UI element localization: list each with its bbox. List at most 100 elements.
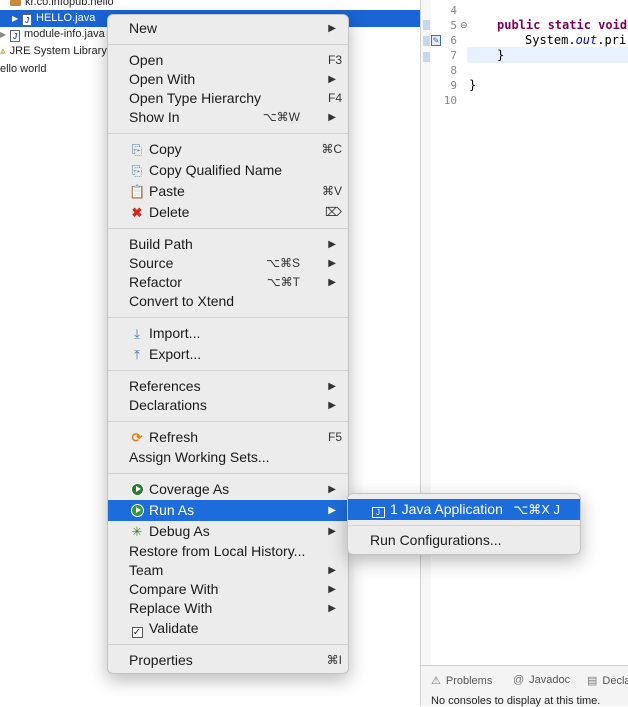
menu-separator	[108, 317, 348, 318]
at-sign-icon: @	[513, 674, 525, 686]
code-line-5[interactable]: public static void	[497, 18, 627, 32]
library-icon: ⩓	[0, 46, 6, 57]
menu-item-validate[interactable]: ✓ Validate	[108, 619, 348, 638]
menu-item-refactor[interactable]: Refactor ⌥⌘T ▶	[108, 273, 348, 292]
menu-item-build-path[interactable]: Build Path ▶	[108, 235, 348, 254]
submenu-arrow-icon: ▶	[328, 584, 336, 595]
checkbox-checked-icon: ✓	[131, 627, 143, 638]
delete-icon: ✖	[131, 205, 143, 220]
code-editor[interactable]: 4 5 ⊖ 6 ✎ 7 8 9 10 public static void Sy…	[420, 0, 628, 665]
menu-item-team[interactable]: Team ▶	[108, 561, 348, 580]
submenu-arrow-icon: ▶	[328, 603, 336, 614]
bottom-panel: ⚠ Problems @ Javadoc ▤ Decla No consoles to…	[420, 665, 628, 707]
line-number: 9	[450, 79, 457, 92]
tab-problems[interactable]: ⚠ Problems	[431, 674, 492, 687]
expand-arrow-icon[interactable]: ▶	[12, 10, 20, 27]
menu-separator	[108, 133, 348, 134]
current-line-highlight	[467, 47, 628, 63]
menu-item-copy-qualified-name[interactable]: ⎘ Copy Qualified Name	[108, 161, 348, 180]
submenu-arrow-icon: ▶	[328, 505, 336, 516]
tab-declaration[interactable]: ▤ Decla	[587, 674, 628, 687]
menu-item-compare-with[interactable]: Compare With ▶	[108, 580, 348, 599]
tab-javadoc[interactable]: @ Javadoc	[513, 674, 570, 686]
submenu-arrow-icon: ▶	[328, 484, 336, 495]
submenu-arrow-icon: ▶	[328, 381, 336, 392]
console-message: No consoles to display at this time.	[431, 695, 601, 707]
menu-item-assign-working-sets[interactable]: Assign Working Sets...	[108, 448, 348, 467]
menu-separator	[108, 473, 348, 474]
expand-arrow-icon[interactable]: ▶	[0, 26, 8, 43]
menu-item-open[interactable]: Open F3	[108, 51, 348, 70]
problems-icon: ⚠	[431, 675, 441, 687]
line-number: 4	[450, 4, 457, 17]
line-number: 10	[443, 94, 457, 107]
code-line-7[interactable]: }	[497, 48, 504, 62]
menu-item-refresh[interactable]: ⟳ Refresh F5	[108, 428, 348, 447]
context-menu: New ▶ Open F3 Open With ▶ Open Type Hierarc…	[107, 14, 349, 674]
tree-item-label: JRE System Library	[9, 45, 107, 57]
menu-item-properties[interactable]: Properties ⌘I	[108, 651, 348, 670]
menu-item-convert-to-xtend[interactable]: Convert to Xtend	[108, 292, 348, 311]
menu-item-debug-as[interactable]: ✳ Debug As ▶	[108, 522, 348, 541]
menu-item-replace-with[interactable]: Replace With ▶	[108, 599, 348, 618]
menu-item-new[interactable]: New ▶	[108, 19, 348, 38]
menu-separator	[108, 44, 348, 45]
package-icon	[10, 0, 21, 6]
submenu-arrow-icon: ▶	[328, 526, 336, 537]
edit-marker-icon: ✎	[431, 35, 441, 46]
line-number-gutter: 4 5 ⊖ 6 ✎ 7 8 9 10	[421, 0, 468, 665]
menu-item-open-with[interactable]: Open With ▶	[108, 70, 348, 89]
menu-separator	[108, 644, 348, 645]
submenu-arrow-icon: ▶	[328, 74, 336, 85]
menu-item-coverage-as[interactable]: Coverage As ▶	[108, 480, 348, 499]
refresh-icon: ⟳	[131, 430, 143, 445]
java-file-icon: J	[10, 30, 20, 42]
line-number: 7	[450, 49, 457, 62]
fold-toggle-icon[interactable]: ⊖	[460, 20, 468, 31]
menu-item-export[interactable]: ⤒ Export...	[108, 345, 348, 364]
run-icon	[129, 503, 145, 518]
copy-icon: ⎘	[131, 142, 143, 157]
submenu-arrow-icon: ▶	[328, 565, 336, 576]
tree-item-label: module-info.java	[24, 28, 105, 40]
tree-item-label: kr.co.infopub.hello	[25, 0, 114, 8]
menu-item-delete[interactable]: ✖ Delete ⌦	[108, 203, 348, 222]
menu-item-java-application[interactable]: J1 Java Application ⌥⌘X J	[348, 499, 580, 520]
menu-item-run-configurations[interactable]: Run Configurations...	[348, 531, 580, 550]
coverage-icon	[129, 482, 145, 497]
line-number: 8	[450, 64, 457, 77]
menu-item-show-in[interactable]: Show In ⌥⌘W ▶	[108, 108, 348, 127]
submenu-arrow-icon: ▶	[328, 258, 336, 269]
menu-item-restore-from-local-history[interactable]: Restore from Local History...	[108, 542, 348, 561]
tree-item-label: ello world	[0, 63, 47, 75]
menu-item-open-type-hierarchy[interactable]: Open Type Hierarchy F4	[108, 89, 348, 108]
tree-item-label: HELLO.java	[36, 12, 96, 24]
import-icon: ⤓	[134, 326, 140, 341]
submenu-arrow-icon: ▶	[328, 239, 336, 250]
menu-separator	[348, 525, 580, 526]
menu-item-import[interactable]: ⤓ Import...	[108, 324, 348, 343]
menu-item-paste[interactable]: 📋 Paste ⌘V	[108, 182, 348, 201]
menu-item-source[interactable]: Source ⌥⌘S ▶	[108, 254, 348, 273]
line-number: 5	[450, 19, 457, 32]
submenu-arrow-icon: ▶	[328, 112, 336, 123]
java-application-icon: J	[370, 502, 386, 518]
code-line-6[interactable]: System.out.pri	[525, 33, 626, 47]
submenu-arrow-icon: ▶	[328, 23, 336, 34]
paste-icon: 📋	[129, 184, 146, 199]
java-file-icon: J	[22, 14, 32, 26]
menu-separator	[108, 228, 348, 229]
menu-separator	[108, 370, 348, 371]
menu-item-references[interactable]: References ▶	[108, 377, 348, 396]
submenu-arrow-icon: ▶	[328, 277, 336, 288]
menu-separator	[108, 421, 348, 422]
debug-bug-icon: ✳	[131, 524, 143, 539]
menu-item-copy[interactable]: ⎘ Copy ⌘C	[108, 140, 348, 159]
submenu-arrow-icon: ▶	[328, 400, 336, 411]
code-line-9[interactable]: }	[469, 78, 476, 92]
menu-item-declarations[interactable]: Declarations ▶	[108, 396, 348, 415]
copy-qualified-icon: ⎘	[131, 163, 143, 178]
export-icon: ⤒	[134, 347, 140, 362]
menu-item-run-as[interactable]: Run As ▶	[108, 500, 348, 521]
declaration-icon: ▤	[587, 675, 598, 687]
